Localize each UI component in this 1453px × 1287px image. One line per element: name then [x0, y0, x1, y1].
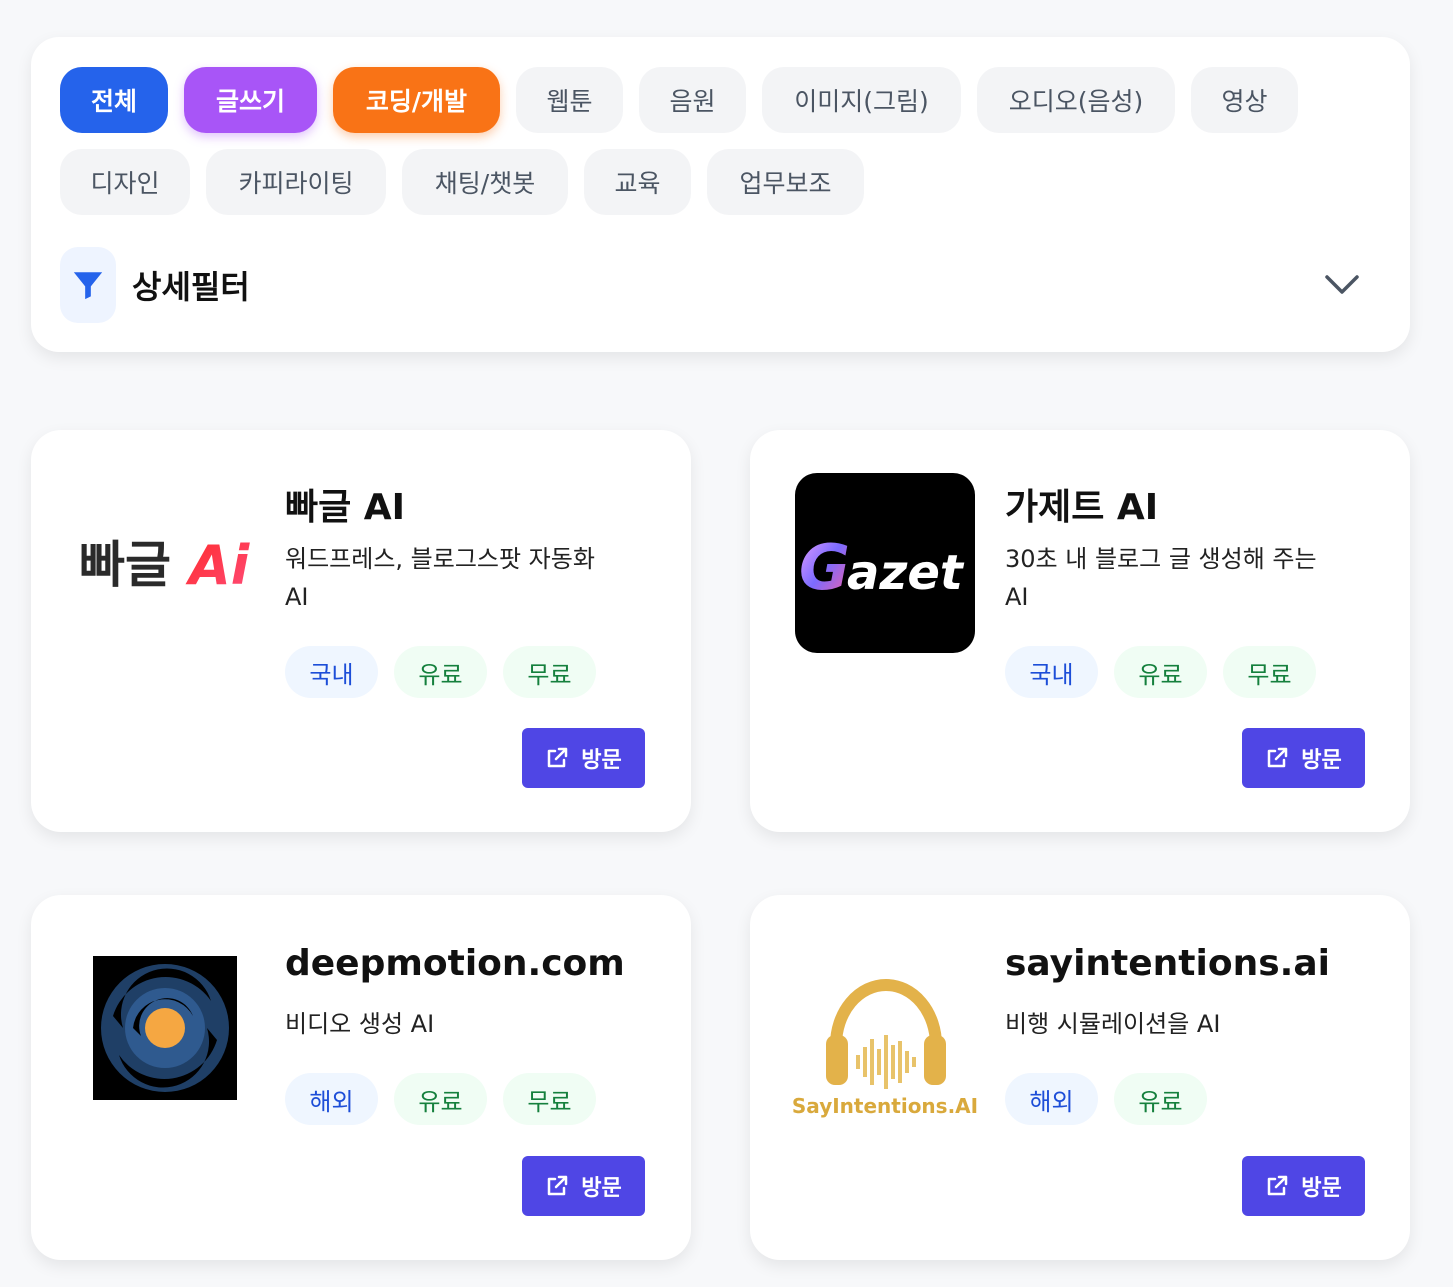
tool-title: deepmotion.com	[285, 943, 625, 984]
external-link-icon	[1268, 1175, 1288, 1196]
funnel-icon	[73, 272, 103, 300]
tag-domestic: 국내	[285, 646, 378, 698]
detail-filter-toggle[interactable]: 상세필터	[60, 247, 1360, 323]
visit-label: 방문	[1301, 748, 1342, 773]
visit-button[interactable]: 방문	[522, 728, 645, 788]
category-chip-music[interactable]: 음원	[639, 67, 746, 133]
tool-title: 가제트 AI	[1005, 487, 1159, 528]
deepmotion-logo	[93, 956, 237, 1100]
category-filter-panel: 전체 글쓰기 코딩/개발 웹툰 음원 이미지(그림) 오디오(음성) 영상 디자…	[31, 37, 1410, 352]
category-chips: 전체 글쓰기 코딩/개발 웹툰 음원 이미지(그림) 오디오(음성) 영상 디자…	[60, 67, 1380, 231]
filter-icon-box	[60, 247, 116, 323]
category-chip-chatbot[interactable]: 채팅/챗봇	[402, 149, 568, 215]
category-row-2: 디자인 카피라이팅 채팅/챗봇 교육 업무보조	[60, 149, 1380, 215]
tag-list: 해외 유료 무료	[285, 1073, 596, 1125]
tool-card: deepmotion.com 비디오 생성 AI 해외 유료 무료 방문	[31, 895, 691, 1260]
tag-list: 국내 유료 무료	[285, 646, 596, 698]
tag-paid: 유료	[1114, 1073, 1207, 1125]
visit-button[interactable]: 방문	[1242, 1156, 1365, 1216]
tool-description: 비디오 생성 AI	[285, 1005, 665, 1043]
tag-free: 무료	[503, 646, 596, 698]
category-chip-webtoon[interactable]: 웹툰	[516, 67, 623, 133]
bbageul-logo: 빠글 Ai	[77, 528, 257, 598]
tag-list: 해외 유료	[1005, 1073, 1207, 1125]
external-link-icon	[548, 1175, 568, 1196]
tag-domestic: 국내	[1005, 646, 1098, 698]
sayintentions-logo: SayIntentions.AI	[792, 935, 978, 1120]
tag-paid: 유료	[394, 646, 487, 698]
tag-paid: 유료	[394, 1073, 487, 1125]
visit-button[interactable]: 방문	[1242, 728, 1365, 788]
category-chip-design[interactable]: 디자인	[60, 149, 190, 215]
category-chip-video[interactable]: 영상	[1191, 67, 1298, 133]
visit-button[interactable]: 방문	[522, 1156, 645, 1216]
tag-paid: 유료	[1114, 646, 1207, 698]
category-chip-education[interactable]: 교육	[584, 149, 691, 215]
category-chip-audio[interactable]: 오디오(음성)	[977, 67, 1175, 133]
logo-text-rest: azet	[847, 545, 965, 601]
external-link-icon	[1268, 747, 1288, 768]
tool-description: 비행 시뮬레이션을 AI	[1005, 1005, 1385, 1043]
category-chip-all[interactable]: 전체	[60, 67, 168, 133]
tool-title: 빠글 AI	[285, 487, 406, 528]
tool-card: SayIntentions.AI sayintentions.ai 비행 시뮬레…	[750, 895, 1410, 1260]
description-line: 워드프레스, 블로그스팟 자동화	[285, 545, 595, 573]
logo-text-g: G	[799, 531, 850, 604]
logo-text-main: 빠글	[79, 536, 171, 594]
tag-free: 무료	[1223, 646, 1316, 698]
description-line: AI	[285, 583, 309, 611]
category-chip-copywriting[interactable]: 카피라이팅	[206, 149, 386, 215]
external-link-icon	[548, 747, 568, 768]
description-line: AI	[1005, 583, 1029, 611]
category-chip-writing[interactable]: 글쓰기	[184, 67, 317, 133]
tool-description: 30초 내 블로그 글 생성해 주는 AI	[1005, 540, 1385, 616]
tool-card: 빠글 Ai 빠글 AI 워드프레스, 블로그스팟 자동화 AI 국내 유료 무료…	[31, 430, 691, 832]
tag-list: 국내 유료 무료	[1005, 646, 1316, 698]
description-line: 비디오 생성 AI	[285, 1010, 435, 1038]
description-line: 비행 시뮬레이션을 AI	[1005, 1010, 1221, 1038]
tool-description: 워드프레스, 블로그스팟 자동화 AI	[285, 540, 665, 616]
logo-text-ai: Ai	[185, 534, 251, 597]
category-row-1: 전체 글쓰기 코딩/개발 웹툰 음원 이미지(그림) 오디오(음성) 영상	[60, 67, 1380, 133]
visit-label: 방문	[1301, 1176, 1342, 1201]
tag-overseas: 해외	[285, 1073, 378, 1125]
description-line: 30초 내 블로그 글 생성해 주는	[1005, 545, 1317, 573]
tag-free: 무료	[503, 1073, 596, 1125]
visit-label: 방문	[581, 748, 622, 773]
logo-text: SayIntentions.AI	[792, 1094, 978, 1118]
category-chip-assistant[interactable]: 업무보조	[707, 149, 864, 215]
visit-label: 방문	[581, 1176, 622, 1201]
tool-title: sayintentions.ai	[1005, 943, 1330, 984]
gazet-logo: G azet	[795, 473, 975, 653]
category-chip-image[interactable]: 이미지(그림)	[762, 67, 961, 133]
chevron-down-icon[interactable]	[1324, 273, 1360, 297]
tool-card: G azet 가제트 AI 30초 내 블로그 글 생성해 주는 AI 국내 유…	[750, 430, 1410, 832]
tag-overseas: 해외	[1005, 1073, 1098, 1125]
detail-filter-label: 상세필터	[132, 268, 250, 306]
category-chip-coding[interactable]: 코딩/개발	[333, 67, 500, 133]
